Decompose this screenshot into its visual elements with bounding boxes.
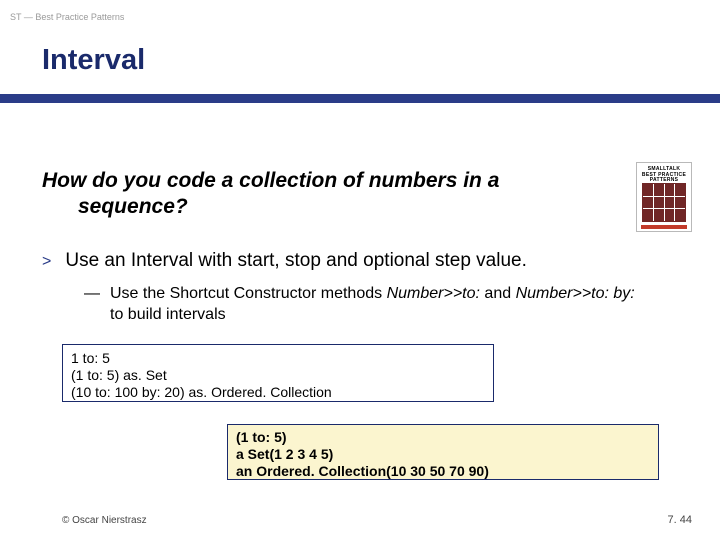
main-bullet: > Use an Interval with start, stop and o… [42,250,672,272]
book-title: SMALLTALK BEST PRACTICE PATTERNS [641,167,687,184]
book-cover-grid-icon [642,183,686,222]
dash-icon: — [84,284,100,305]
bullet-text: Use an Interval with start, stop and opt… [65,250,527,272]
question-line1: How do you code a collection of numbers … [42,169,499,192]
sub-code1: Number>>to: [387,285,480,302]
bullet-marker-icon: > [42,253,51,271]
page-title: Interval [42,44,145,77]
sub-suffix: to build intervals [110,306,226,323]
book-cover-thumbnail: SMALLTALK BEST PRACTICE PATTERNS [636,162,692,232]
output-line: a Set(1 2 3 4 5) [236,446,650,463]
output-line: (1 to: 5) [236,429,650,446]
question-heading: How do you code a collection of numbers … [42,168,606,221]
footer-copyright: © Oscar Nierstrasz [62,515,147,526]
output-line: an Ordered. Collection(10 30 50 70 90) [236,463,650,480]
sub-bullet: — Use the Shortcut Constructor methods N… [84,284,644,326]
sub-code2: Number>>to: by: [516,285,635,302]
code-input-box: 1 to: 5 (1 to: 5) as. Set (10 to: 100 by… [62,344,494,402]
code-output-box: (1 to: 5) a Set(1 2 3 4 5) an Ordered. C… [227,424,659,480]
sub-mid: and [480,285,516,302]
book-cover-bar [641,225,687,229]
sub-bullet-text: Use the Shortcut Constructor methods Num… [110,284,644,326]
footer-page-number: 7. 44 [668,514,692,526]
sub-prefix: Use the Shortcut Constructor methods [110,285,387,302]
code-line: 1 to: 5 [71,350,485,367]
question-line2: sequence? [42,194,606,220]
slide: ST — Best Practice Patterns Interval How… [0,0,720,540]
header-breadcrumb: ST — Best Practice Patterns [10,12,124,22]
code-line: (1 to: 5) as. Set [71,367,485,384]
code-line: (10 to: 100 by: 20) as. Ordered. Collect… [71,384,485,401]
title-underline [0,94,720,103]
